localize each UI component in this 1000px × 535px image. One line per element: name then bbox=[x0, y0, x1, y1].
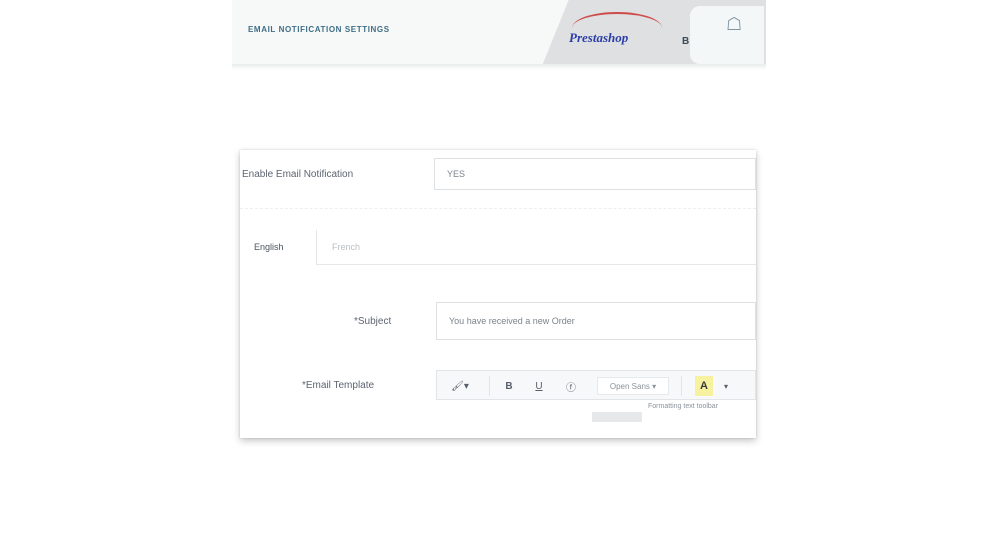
tab-underline bbox=[316, 264, 756, 265]
paint-format-button[interactable]: 🖌▾ bbox=[447, 377, 473, 395]
enable-email-label: Enable Email Notification bbox=[242, 169, 354, 180]
brand-logo: Prestashop bbox=[569, 30, 629, 45]
tab-french[interactable]: French bbox=[332, 242, 360, 252]
subject-input[interactable]: You have received a new Order bbox=[436, 302, 756, 340]
clear-format-button[interactable]: ⓕ bbox=[561, 377, 581, 395]
toolbar-separator bbox=[681, 376, 682, 396]
highlight-color-caret[interactable]: ▾ bbox=[719, 377, 733, 395]
toolbar-separator bbox=[489, 376, 490, 396]
enable-email-select[interactable]: YES bbox=[434, 158, 756, 190]
badge-label: B bbox=[682, 36, 690, 47]
tab-divider bbox=[316, 230, 317, 264]
subject-label: *Subject bbox=[354, 316, 392, 327]
header-divider bbox=[232, 64, 766, 70]
underline-button[interactable]: U bbox=[529, 377, 549, 395]
tab-english[interactable]: English bbox=[254, 242, 284, 252]
font-family-select[interactable]: Open Sans ▾ bbox=[597, 377, 669, 395]
settings-header: EMAIL NOTIFICATION SETTINGS Prestashop B… bbox=[232, 0, 766, 66]
section-divider bbox=[240, 208, 756, 210]
robot-icon: ☖ bbox=[726, 14, 743, 34]
editor-scrollbar[interactable] bbox=[592, 412, 642, 422]
page-title: EMAIL NOTIFICATION SETTINGS bbox=[248, 25, 390, 34]
email-template-label: *Email Template bbox=[302, 380, 375, 391]
toolbar-hint: Formatting text toolbar bbox=[648, 403, 719, 410]
highlight-color-button[interactable]: A bbox=[695, 376, 713, 396]
bold-button[interactable]: B bbox=[499, 377, 519, 395]
editor-toolbar: 🖌▾ B U ⓕ Open Sans ▾ A ▾ bbox=[436, 370, 756, 400]
email-settings-panel: Enable Email Notification YES English Fr… bbox=[240, 150, 756, 438]
